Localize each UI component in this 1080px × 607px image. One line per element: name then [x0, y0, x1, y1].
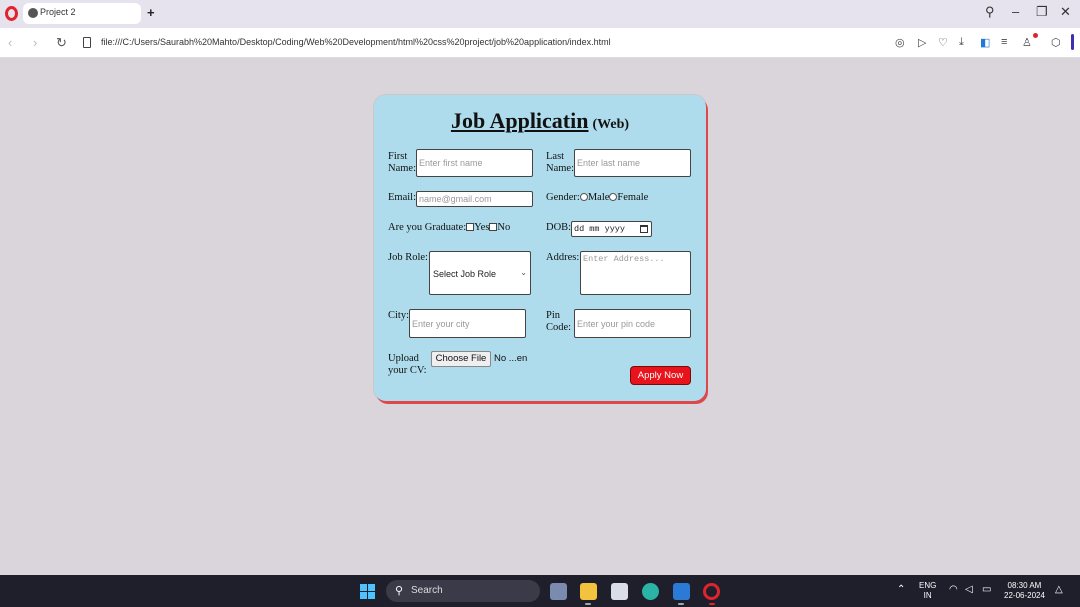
- file-icon: [83, 37, 91, 48]
- dob-label: DOB:: [546, 222, 572, 233]
- notification-bell-icon[interactable]: △: [1055, 585, 1063, 595]
- wifi-icon[interactable]: ◠: [949, 585, 958, 595]
- download-icon[interactable]: ⤓: [959, 36, 964, 49]
- city-input[interactable]: Enter your city: [409, 309, 526, 338]
- calendar-icon[interactable]: [640, 225, 648, 233]
- taskbar-search-label: Search: [411, 585, 443, 596]
- pin-code-input[interactable]: Enter your pin code: [574, 309, 691, 338]
- reload-icon[interactable]: ↻: [56, 35, 67, 51]
- battery-icon[interactable]: ▭: [982, 585, 991, 595]
- city-label: City:: [388, 310, 410, 321]
- gender-field: Gender: Male Female: [546, 192, 648, 204]
- edge-icon[interactable]: [642, 583, 659, 600]
- tray-chevron-icon[interactable]: ⌃: [897, 585, 905, 595]
- pin-code-label: Pin Code:: [546, 310, 572, 333]
- tab-project-2[interactable]: Project 2: [23, 3, 141, 24]
- profile-icon[interactable]: ♙: [1022, 36, 1032, 49]
- taskbar-search[interactable]: ⚲ Search: [386, 580, 540, 602]
- extensions-icon[interactable]: ⬡: [1051, 36, 1061, 49]
- tab-title: Project 2: [40, 7, 76, 17]
- form-title: Job Applicatin (Web): [374, 108, 706, 134]
- minimize-icon[interactable]: –: [1012, 4, 1019, 19]
- url-field[interactable]: file:///C:/Users/Saurabh%20Mahto/Desktop…: [101, 37, 611, 47]
- form-title-main: Job Applicatin: [450, 108, 589, 133]
- browser-tab-bar: Project 2 + ⚲ – ❐ ✕: [0, 0, 1080, 28]
- job-role-selected: Select Job Role: [433, 269, 497, 279]
- task-view-icon[interactable]: [550, 583, 567, 600]
- vscode-icon[interactable]: [673, 583, 690, 600]
- send-icon[interactable]: ▷: [918, 36, 926, 49]
- volume-icon[interactable]: ◁: [965, 585, 973, 595]
- taskbar: ⚲ Search ⌃ ENG IN ◠ ◁ ▭ 08:30 AM 22-06-202…: [0, 575, 1080, 607]
- first-name-label: First Name:: [388, 151, 416, 174]
- back-icon[interactable]: ‹: [8, 35, 12, 50]
- dob-placeholder: dd mm yyyy: [574, 224, 626, 234]
- search-tabs-icon[interactable]: ⚲: [985, 4, 995, 20]
- globe-icon: [28, 8, 38, 18]
- apply-now-button[interactable]: Apply Now: [630, 366, 691, 385]
- sidebar-icon[interactable]: ◧: [980, 36, 990, 49]
- last-name-label: Last Name:: [546, 151, 574, 174]
- opera-logo-icon[interactable]: [5, 6, 18, 21]
- menu-icon[interactable]: ≡: [1001, 36, 1007, 48]
- job-role-label: Job Role:: [388, 252, 428, 263]
- clock[interactable]: 08:30 AM 22-06-2024: [1004, 581, 1045, 601]
- gender-male-label: Male: [587, 192, 610, 203]
- address-textarea[interactable]: Enter Address...: [580, 251, 691, 295]
- opera-indicator: [709, 603, 715, 605]
- vscode-indicator: [678, 603, 684, 605]
- file-explorer-icon[interactable]: [580, 583, 597, 600]
- new-tab-button[interactable]: +: [147, 5, 155, 20]
- gender-male-radio[interactable]: [579, 193, 588, 201]
- windows-start-icon[interactable]: [360, 584, 376, 600]
- file-status: No ...en: [494, 353, 528, 364]
- address-bar: ‹ › ↻ file:///C:/Users/Saurabh%20Mahto/D…: [0, 28, 1080, 58]
- email-input[interactable]: name@gmail.com: [416, 191, 533, 207]
- camera-icon[interactable]: ◎: [895, 36, 905, 49]
- first-name-input[interactable]: Enter first name: [416, 149, 533, 177]
- heart-icon[interactable]: ♡: [938, 36, 948, 49]
- forward-icon[interactable]: ›: [33, 35, 37, 50]
- choose-file-button[interactable]: Choose File: [431, 351, 491, 367]
- graduate-field: Are you Graduate: Yes No: [388, 222, 510, 234]
- gender-female-label: Female: [617, 192, 649, 203]
- upload-cv-label: Upload your CV:: [388, 353, 427, 376]
- file-explorer-indicator: [585, 603, 591, 605]
- store-icon[interactable]: [611, 583, 628, 600]
- restore-icon[interactable]: ❐: [1036, 4, 1048, 20]
- sidebar-accent: [1071, 34, 1074, 50]
- opera-taskbar-icon[interactable]: [703, 583, 720, 600]
- job-role-select[interactable]: Select Job Role ⌄: [429, 251, 531, 295]
- graduate-no-label: No: [497, 222, 511, 233]
- notification-dot: [1033, 33, 1038, 38]
- graduate-label: Are you Graduate:: [388, 222, 467, 233]
- email-label: Email:: [388, 192, 416, 203]
- chevron-down-icon: ⌄: [520, 268, 527, 277]
- job-application-card: Job Applicatin (Web) First Name: Enter fi…: [374, 95, 706, 401]
- language-indicator[interactable]: ENG IN: [919, 581, 936, 601]
- search-icon: ⚲: [395, 585, 404, 597]
- graduate-yes-label: Yes: [474, 222, 490, 233]
- form-title-sub: (Web): [592, 117, 630, 132]
- gender-label: Gender:: [546, 192, 580, 203]
- address-label: Addres:: [546, 252, 580, 263]
- dob-input[interactable]: dd mm yyyy: [571, 221, 652, 237]
- close-window-icon[interactable]: ✕: [1060, 4, 1071, 20]
- graduate-yes-checkbox[interactable]: [466, 223, 475, 231]
- last-name-input[interactable]: Enter last name: [574, 149, 691, 177]
